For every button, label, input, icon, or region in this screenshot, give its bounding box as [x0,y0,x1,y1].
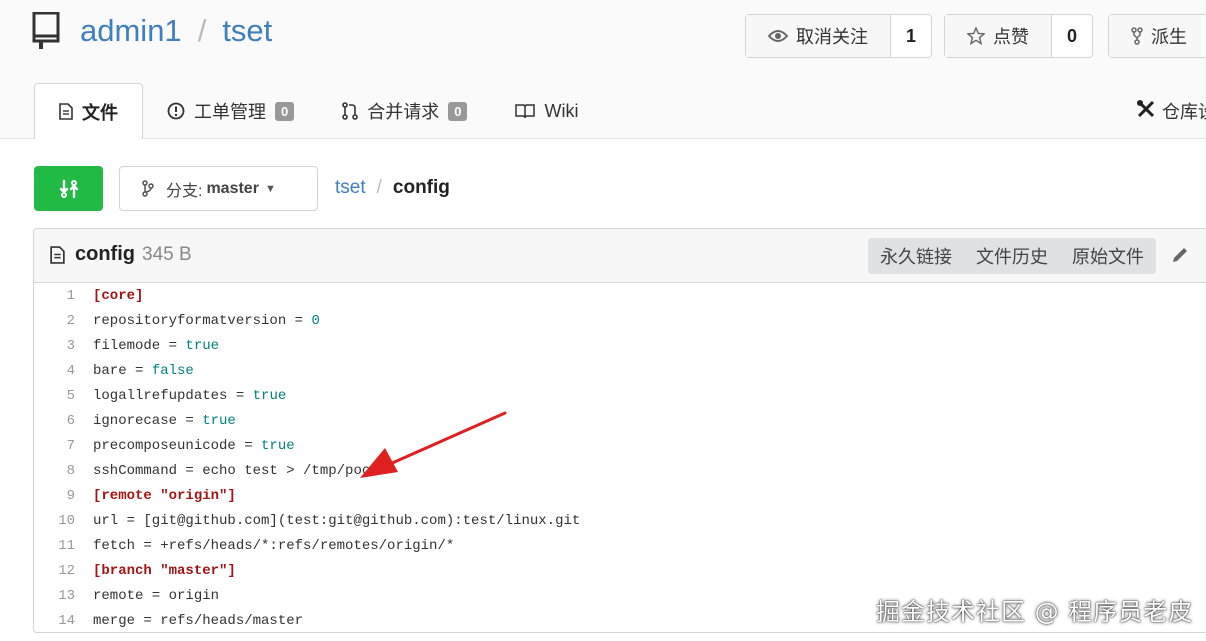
watermark-text: 掘金技术社区 @ 程序员老皮 [876,598,1194,626]
annotation-arrow [360,411,507,478]
